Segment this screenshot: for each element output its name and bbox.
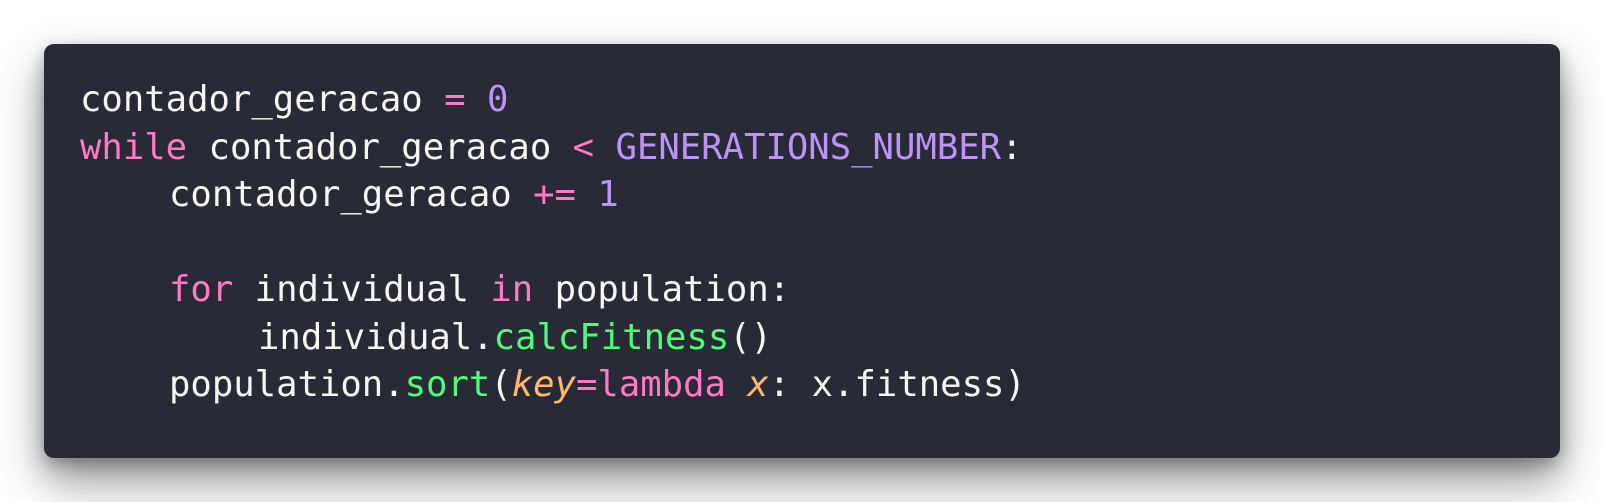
code-line: contador_geracao += 1 <box>80 171 1524 219</box>
code-token-kw: lambda <box>597 364 726 405</box>
code-block[interactable]: contador_geracao = 0 while contador_gerac… <box>80 76 1524 409</box>
code-token-fn: sort <box>404 364 491 405</box>
code-line: for individual in population: <box>80 266 1524 314</box>
code-token-kw: in <box>490 269 534 310</box>
code-token-plain: () <box>729 316 773 358</box>
code-token-param: key <box>511 364 576 405</box>
code-token-plain: contador_geracao <box>187 126 573 168</box>
code-token-plain: contador_geracao <box>80 79 445 120</box>
code-token-num: 1 <box>597 174 619 215</box>
code-line: contador_geracao = 0 <box>80 76 1524 124</box>
code-token-kw: while <box>80 126 188 168</box>
code-token-plain: : <box>1001 126 1023 168</box>
code-token-op: = <box>444 79 466 120</box>
code-token-plain: ( <box>490 364 512 405</box>
code-token-plain: : x.fitness) <box>768 364 1026 405</box>
code-line: individual.calcFitness() <box>80 314 1524 362</box>
code-token-plain: contador_geracao <box>169 174 534 215</box>
code-token-param: x <box>747 364 769 405</box>
code-token-op: < <box>572 126 595 168</box>
code-token-const: GENERATIONS_NUMBER <box>615 126 1002 168</box>
code-token-plain: individual. <box>258 316 494 358</box>
code-snippet-window: contador_geracao = 0 while contador_gerac… <box>44 44 1560 458</box>
code-token-num: 0 <box>486 79 509 120</box>
code-token-kw: for <box>169 269 234 310</box>
code-token-plain: population: <box>533 269 791 310</box>
code-token-fn: calcFitness <box>493 316 730 358</box>
code-token-op: = <box>576 364 598 405</box>
code-token-plain: population. <box>169 364 405 405</box>
code-line: population.sort(key=lambda x: x.fitness) <box>80 361 1524 409</box>
code-token-plain: individual <box>233 269 491 310</box>
code-token-op: += <box>533 174 576 215</box>
code-line: while contador_geracao < GENERATIONS_NUM… <box>80 124 1524 172</box>
